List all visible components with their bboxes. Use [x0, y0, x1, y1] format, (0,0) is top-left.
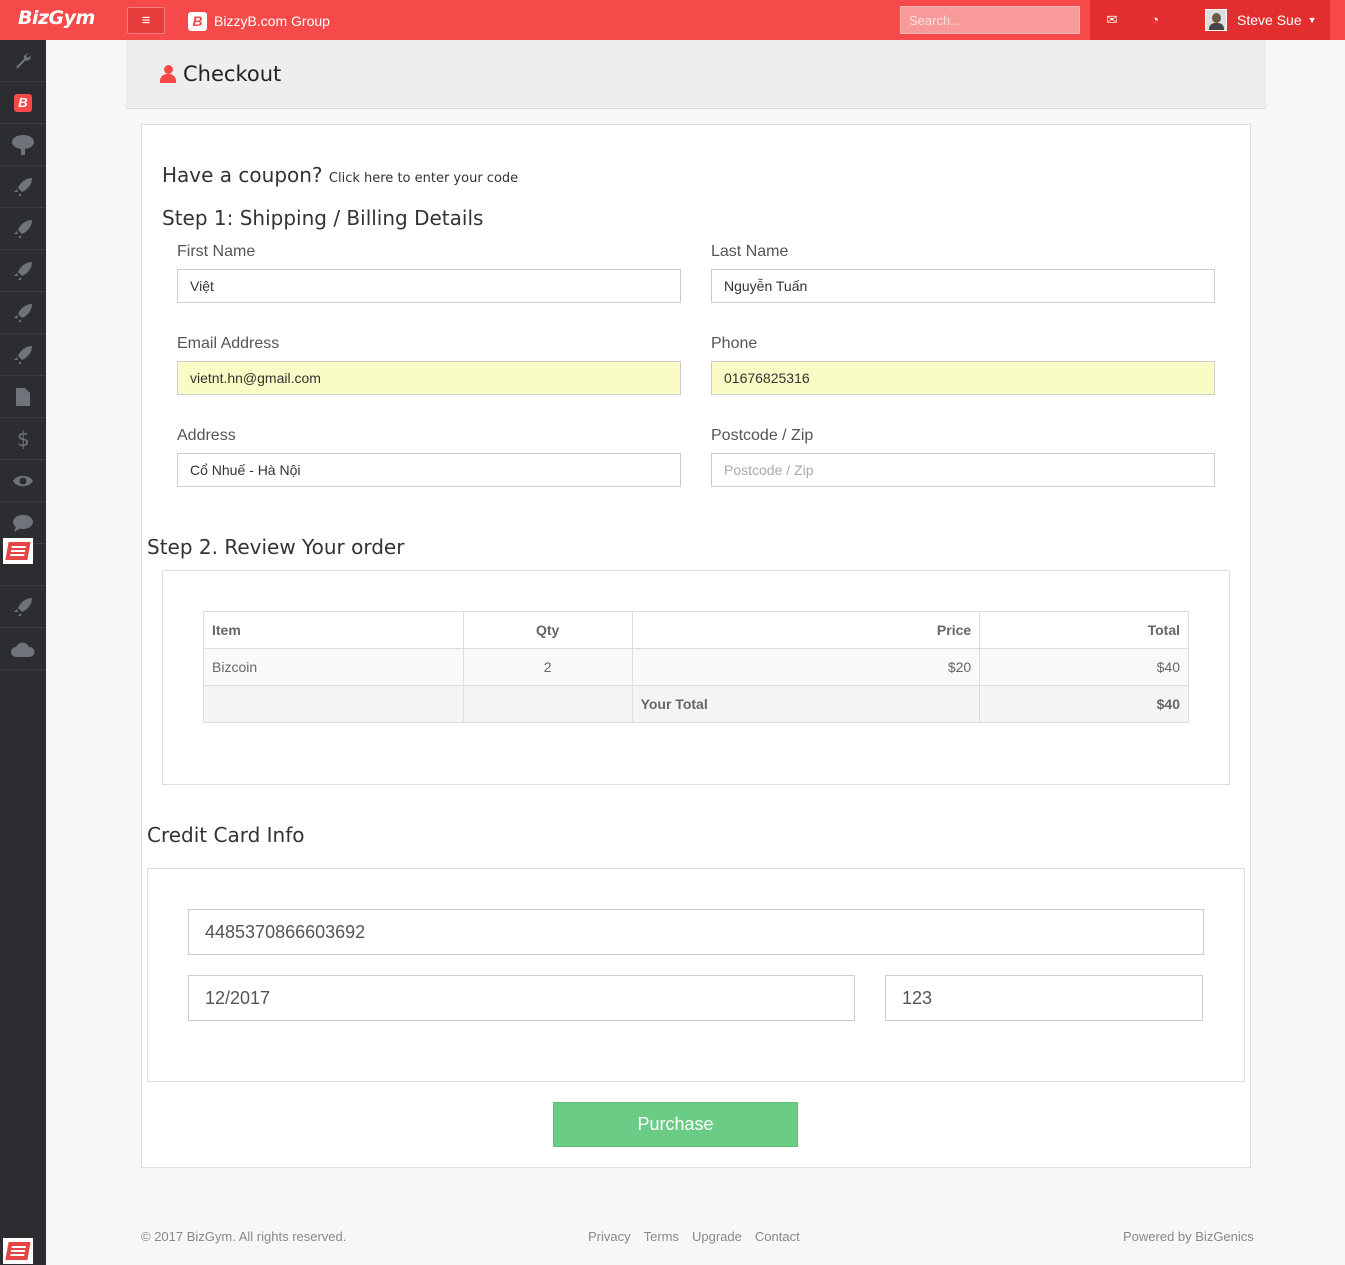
- table-header-row: Item Qty Price Total: [203, 611, 1189, 649]
- footer-link-terms[interactable]: Terms: [644, 1229, 679, 1244]
- price-cell: $20: [631, 648, 981, 686]
- sidebar-item-rocket-2[interactable]: [0, 208, 46, 250]
- avatar: [1205, 9, 1227, 31]
- checkout-card: Have a coupon? Click here to enter your …: [141, 124, 1251, 1168]
- bizzy-b-icon: B: [14, 93, 32, 112]
- postcode-field[interactable]: [711, 453, 1215, 487]
- sidebar: B $: [0, 40, 46, 1265]
- credit-card-box: [147, 868, 1245, 1082]
- footer-link-contact[interactable]: Contact: [755, 1229, 800, 1244]
- company-logo-icon: B: [188, 11, 207, 31]
- app-image-icon[interactable]: [3, 1238, 33, 1264]
- rocket-icon: [14, 303, 32, 322]
- rocket-icon: [14, 177, 32, 196]
- page-title: Checkout: [160, 62, 281, 86]
- sidebar-item-cloud[interactable]: [0, 628, 46, 670]
- rocket-icon: [14, 345, 32, 364]
- column-header-item: Item: [203, 611, 464, 649]
- sidebar-item-view[interactable]: [0, 460, 46, 502]
- your-total-label: Your Total: [631, 685, 981, 723]
- coupon-heading: Have a coupon? Click here to enter your …: [162, 163, 518, 187]
- cloud-icon: [11, 642, 35, 657]
- user-name: Steve Sue: [1237, 12, 1302, 28]
- email-label: Email Address: [177, 335, 280, 352]
- column-header-price: Price: [631, 611, 981, 649]
- rss-icon[interactable]: ◔: [1145, 10, 1165, 30]
- card-number-field[interactable]: [188, 909, 1204, 955]
- coupon-link[interactable]: Click here to enter your code: [329, 171, 518, 186]
- tree-icon: [12, 134, 34, 155]
- sidebar-item-rocket-1[interactable]: [0, 166, 46, 208]
- bizgym-logo[interactable]: BizGym: [18, 7, 95, 29]
- app-image-icon[interactable]: [3, 538, 33, 564]
- sidebar-item-rocket-6[interactable]: [0, 586, 46, 628]
- wrench-icon: [16, 53, 31, 68]
- column-header-qty: Qty: [462, 611, 633, 649]
- card-cvv-field[interactable]: [885, 975, 1203, 1021]
- phone-field[interactable]: [711, 361, 1215, 395]
- sidebar-item-rocket-4[interactable]: [0, 292, 46, 334]
- dollar-icon: $: [17, 428, 30, 450]
- total-cell: $40: [979, 648, 1189, 686]
- footer-links: Privacy Terms Upgrade Contact: [588, 1229, 800, 1244]
- address-field[interactable]: [177, 453, 681, 487]
- footer-link-upgrade[interactable]: Upgrade: [692, 1229, 742, 1244]
- user-menu[interactable]: Steve Sue ▼: [1205, 9, 1317, 31]
- chevron-down-icon: ▼: [1307, 15, 1317, 25]
- coupon-heading-text: Have a coupon?: [162, 163, 323, 187]
- svg-text:$: $: [17, 428, 30, 450]
- company-name: BizzyB.com Group: [214, 13, 330, 29]
- menu-toggle-button[interactable]: ≡: [127, 7, 165, 34]
- eye-icon: [13, 475, 33, 486]
- address-label: Address: [177, 427, 236, 444]
- footer-link-privacy[interactable]: Privacy: [588, 1229, 631, 1244]
- step1-heading: Step 1: Shipping / Billing Details: [162, 206, 484, 230]
- sidebar-item-billing[interactable]: $: [0, 418, 46, 460]
- top-navbar: BizGym ≡ B BizzyB.com Group ✉ ◔ Steve Su…: [0, 0, 1345, 40]
- postcode-label: Postcode / Zip: [711, 427, 814, 444]
- order-table: Item Qty Price Total Bizcoin 2 $20 $40 Y…: [203, 611, 1189, 723]
- table-total-row: Your Total $40: [203, 685, 1189, 723]
- your-total-value: $40: [979, 685, 1189, 723]
- step2-heading: Step 2. Review Your order: [147, 535, 405, 559]
- rocket-icon: [14, 219, 32, 238]
- sidebar-item-documents[interactable]: [0, 376, 46, 418]
- column-header-total: Total: [979, 611, 1189, 649]
- last-name-label: Last Name: [711, 243, 789, 260]
- purchase-button[interactable]: Purchase: [553, 1102, 798, 1147]
- search-input[interactable]: [900, 6, 1080, 34]
- first-name-field[interactable]: [177, 269, 681, 303]
- file-icon: [16, 387, 30, 406]
- sidebar-item-tree[interactable]: [0, 124, 46, 166]
- user-icon: [160, 65, 176, 83]
- hamburger-icon: ≡: [141, 12, 151, 29]
- page-title-text: Checkout: [183, 62, 282, 86]
- chat-icon: [13, 514, 33, 532]
- sidebar-item-bizzyb[interactable]: B: [0, 82, 46, 124]
- company-switcher[interactable]: B BizzyB.com Group: [188, 10, 330, 32]
- qty-cell: 2: [462, 648, 633, 686]
- page-header: Checkout: [126, 40, 1266, 109]
- item-cell: Bizcoin: [203, 648, 464, 686]
- table-row: Bizcoin 2 $20 $40: [203, 648, 1189, 686]
- last-name-field[interactable]: [711, 269, 1215, 303]
- email-field[interactable]: [177, 361, 681, 395]
- first-name-label: First Name: [177, 243, 256, 260]
- phone-label: Phone: [711, 335, 758, 352]
- credit-card-heading: Credit Card Info: [147, 823, 305, 847]
- card-expiry-field[interactable]: [188, 975, 855, 1021]
- sidebar-item-rocket-3[interactable]: [0, 250, 46, 292]
- mail-icon[interactable]: ✉: [1102, 10, 1122, 30]
- order-review-box: Item Qty Price Total Bizcoin 2 $20 $40 Y…: [162, 570, 1230, 785]
- rocket-icon: [14, 261, 32, 280]
- sidebar-item-tools[interactable]: [0, 40, 46, 82]
- footer-copyright: © 2017 BizGym. All rights reserved.: [141, 1229, 347, 1244]
- rocket-icon: [14, 597, 32, 616]
- empty-cell: [462, 685, 633, 723]
- empty-cell: [203, 685, 464, 723]
- sidebar-item-rocket-5[interactable]: [0, 334, 46, 376]
- footer-powered-by[interactable]: Powered by BizGenics: [1123, 1229, 1254, 1244]
